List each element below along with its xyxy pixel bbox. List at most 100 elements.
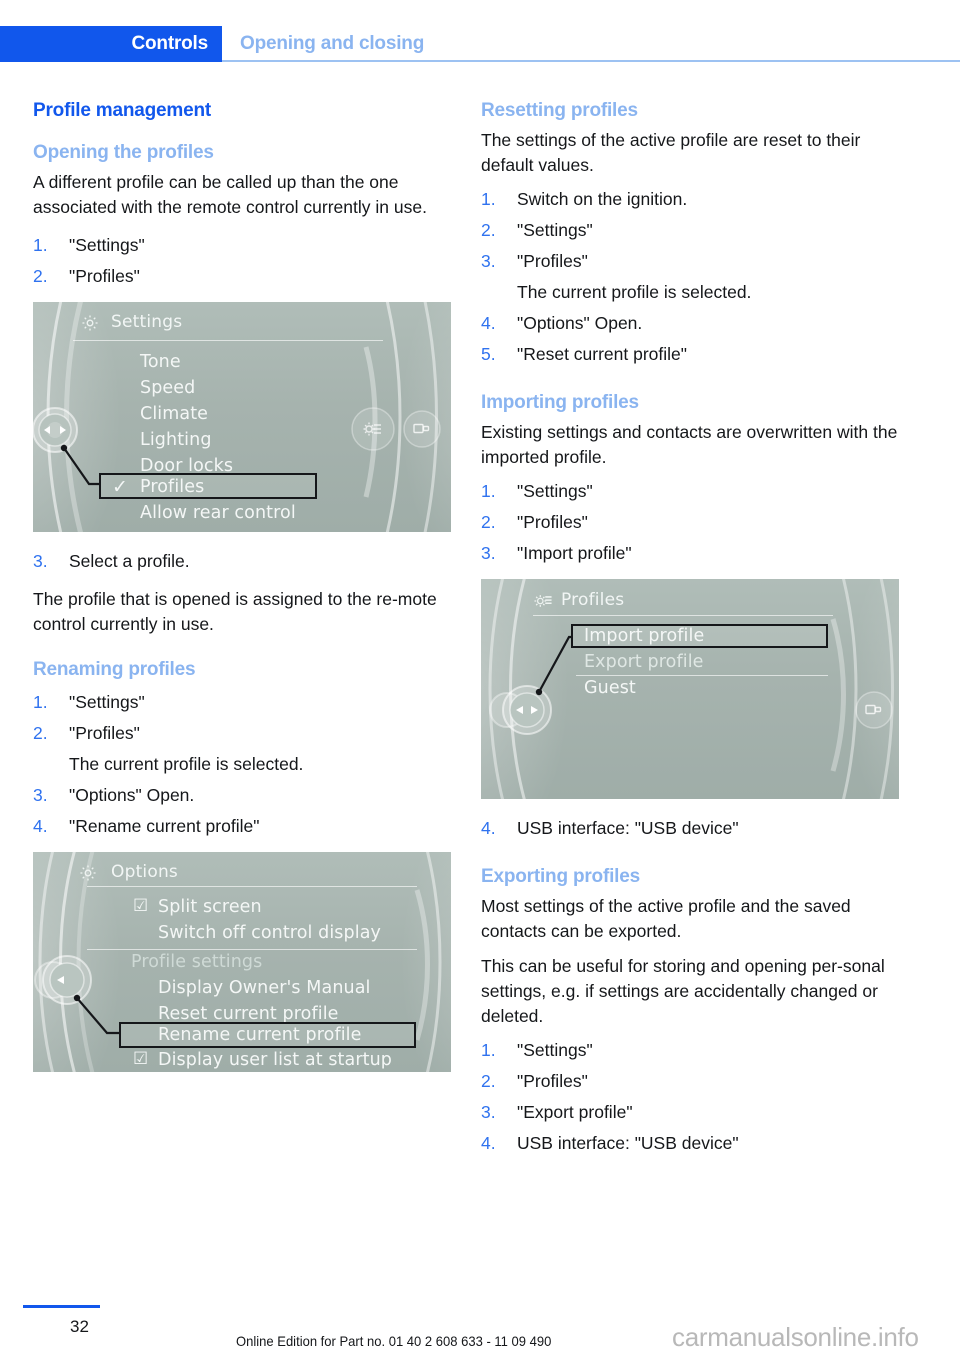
list-item: 2. "Profiles" bbox=[481, 507, 899, 538]
list-item: 2. "Profiles" The current profile is sel… bbox=[33, 718, 451, 780]
list-item: 1. "Settings" bbox=[481, 1035, 899, 1066]
step-note: The current profile is selected. bbox=[517, 282, 752, 302]
screenshot-options-menu: Options ☑ Split screen Switch off contro… bbox=[33, 852, 451, 1072]
paragraph-exporting-profiles-2: This can be useful for storing and openi… bbox=[481, 956, 885, 1026]
steps-after-settings-screenshot: 3. Select a profile. bbox=[33, 546, 451, 577]
step-number: 4. bbox=[33, 816, 48, 836]
step-number: 1. bbox=[481, 1040, 496, 1060]
list-item: 3. "Options" Open. bbox=[33, 780, 451, 811]
menu-item-profiles-highlight[interactable] bbox=[99, 473, 317, 499]
step-note: The current profile is selected. bbox=[69, 754, 304, 774]
heading-exporting-profiles: Exporting profiles bbox=[481, 866, 640, 887]
step-number: 2. bbox=[481, 512, 496, 532]
list-item: 2. "Settings" bbox=[481, 215, 899, 246]
step-text: "Settings" bbox=[517, 1040, 593, 1060]
idrive-header-divider bbox=[87, 886, 417, 887]
list-item: 3. "Export profile" bbox=[481, 1097, 899, 1128]
paragraph-resetting-profiles: The settings of the active profile are r… bbox=[481, 130, 861, 175]
left-column: Profile management Opening the profiles … bbox=[33, 100, 451, 1086]
menu-item-import-profile[interactable]: Import profile bbox=[584, 626, 704, 646]
paragraph-exporting-profiles-1: Most settings of the active profile and … bbox=[481, 896, 851, 941]
screenshot-profiles-menu: Profiles Import profile Export profile G… bbox=[481, 579, 899, 799]
step-text: "Options" Open. bbox=[517, 313, 643, 333]
manual-page: Controls Opening and closing Profile man… bbox=[0, 0, 960, 1362]
steps-resetting-profiles: 1. Switch on the ignition. 2. "Settings"… bbox=[481, 184, 899, 370]
menu-item-display-user-list-at-startup[interactable]: Display user list at startup bbox=[158, 1050, 392, 1070]
menu-group-label-profile-settings: Profile settings bbox=[131, 952, 263, 972]
step-text: "Reset current profile" bbox=[517, 344, 687, 364]
menu-item-profiles[interactable]: Profiles bbox=[140, 477, 204, 497]
step-text: "Profiles" bbox=[69, 266, 140, 286]
steps-after-profiles-screenshot: 4. USB interface: "USB device" bbox=[481, 813, 899, 844]
menu-item-allow-rear-control[interactable]: Allow rear control bbox=[140, 503, 296, 523]
heading-resetting-profiles: Resetting profiles bbox=[481, 100, 638, 121]
list-item: 3. Select a profile. bbox=[33, 546, 451, 577]
step-text: "Rename current profile" bbox=[69, 816, 260, 836]
page-header: Controls Opening and closing bbox=[0, 26, 960, 62]
steps-exporting-profiles: 1. "Settings" 2. "Profiles" 3. "Export p… bbox=[481, 1035, 899, 1159]
list-item: 4. "Rename current profile" bbox=[33, 811, 451, 842]
menu-item-climate[interactable]: Climate bbox=[140, 404, 208, 424]
step-number: 3. bbox=[481, 251, 496, 271]
menu-item-reset-current-profile[interactable]: Reset current profile bbox=[158, 1004, 339, 1024]
menu-item-switch-off-control-display[interactable]: Switch off control display bbox=[158, 923, 381, 943]
paragraph-importing-profiles: Existing settings and contacts are overw… bbox=[481, 422, 898, 467]
gear-icon bbox=[81, 314, 99, 336]
heading-opening-the-profiles: Opening the profiles bbox=[33, 142, 214, 163]
step-text: "Settings" bbox=[517, 220, 593, 240]
step-text: USB interface: "USB device" bbox=[517, 818, 739, 838]
menu-divider bbox=[87, 949, 417, 950]
step-number: 1. bbox=[481, 481, 496, 501]
checkbox-icon[interactable]: ☑ bbox=[133, 1049, 148, 1069]
checkbox-icon[interactable]: ☑ bbox=[133, 896, 148, 916]
menu-item-tone[interactable]: Tone bbox=[140, 352, 181, 372]
idrive-header-title: Profiles bbox=[561, 590, 625, 610]
menu-item-display-owners-manual[interactable]: Display Owner's Manual bbox=[158, 978, 371, 998]
gear-list-icon bbox=[533, 592, 553, 614]
right-column: Resetting profiles The settings of the a… bbox=[481, 100, 899, 1169]
step-text: "Import profile" bbox=[517, 543, 632, 563]
step-number: 2. bbox=[33, 723, 48, 743]
check-icon: ✓ bbox=[112, 476, 129, 498]
list-item: 1. "Settings" bbox=[481, 476, 899, 507]
page-number: 32 bbox=[70, 1317, 89, 1336]
heading-importing-profiles: Importing profiles bbox=[481, 392, 639, 413]
step-text: "Settings" bbox=[517, 481, 593, 501]
paragraph-opening-the-profiles: A different profile can be called up tha… bbox=[33, 172, 427, 217]
menu-item-rename-current-profile[interactable]: Rename current profile bbox=[158, 1025, 362, 1045]
step-number: 4. bbox=[481, 818, 496, 838]
step-number: 3. bbox=[33, 551, 48, 571]
step-text: "Settings" bbox=[69, 692, 145, 712]
step-number: 1. bbox=[481, 189, 496, 209]
list-item: 4. USB interface: "USB device" bbox=[481, 1128, 899, 1159]
watermark: carmanualsonline.info bbox=[672, 1322, 919, 1352]
list-item: 3. "Import profile" bbox=[481, 538, 899, 569]
step-text: USB interface: "USB device" bbox=[517, 1133, 739, 1153]
paragraph-profile-assignment: The profile that is opened is assigned t… bbox=[33, 589, 437, 634]
step-text: "Profiles" bbox=[517, 251, 588, 271]
list-item: 5. "Reset current profile" bbox=[481, 339, 899, 370]
step-number: 1. bbox=[33, 692, 48, 712]
idrive-header-divider bbox=[533, 615, 833, 616]
step-text: Switch on the ignition. bbox=[517, 189, 688, 209]
step-number: 2. bbox=[481, 220, 496, 240]
header-divider bbox=[222, 60, 960, 62]
menu-item-export-profile[interactable]: Export profile bbox=[584, 652, 704, 672]
screenshot-settings-menu: Settings Tone Speed Climate Lighting Doo… bbox=[33, 302, 451, 532]
header-section-label: Opening and closing bbox=[240, 33, 425, 54]
step-text: "Profiles" bbox=[517, 512, 588, 532]
heading-renaming-profiles: Renaming profiles bbox=[33, 659, 196, 680]
header-chapter-label: Controls bbox=[131, 33, 208, 54]
step-number: 4. bbox=[481, 1133, 496, 1153]
menu-divider bbox=[576, 675, 828, 676]
step-text: "Options" Open. bbox=[69, 785, 195, 805]
menu-item-lighting[interactable]: Lighting bbox=[140, 430, 212, 450]
menu-item-guest[interactable]: Guest bbox=[584, 678, 636, 698]
step-number: 4. bbox=[481, 313, 496, 333]
menu-item-split-screen[interactable]: Split screen bbox=[158, 897, 262, 917]
page-title: Profile management bbox=[33, 100, 212, 121]
menu-item-speed[interactable]: Speed bbox=[140, 378, 195, 398]
step-number: 3. bbox=[33, 785, 48, 805]
footer-divider bbox=[23, 1305, 100, 1308]
step-number: 1. bbox=[33, 235, 48, 255]
